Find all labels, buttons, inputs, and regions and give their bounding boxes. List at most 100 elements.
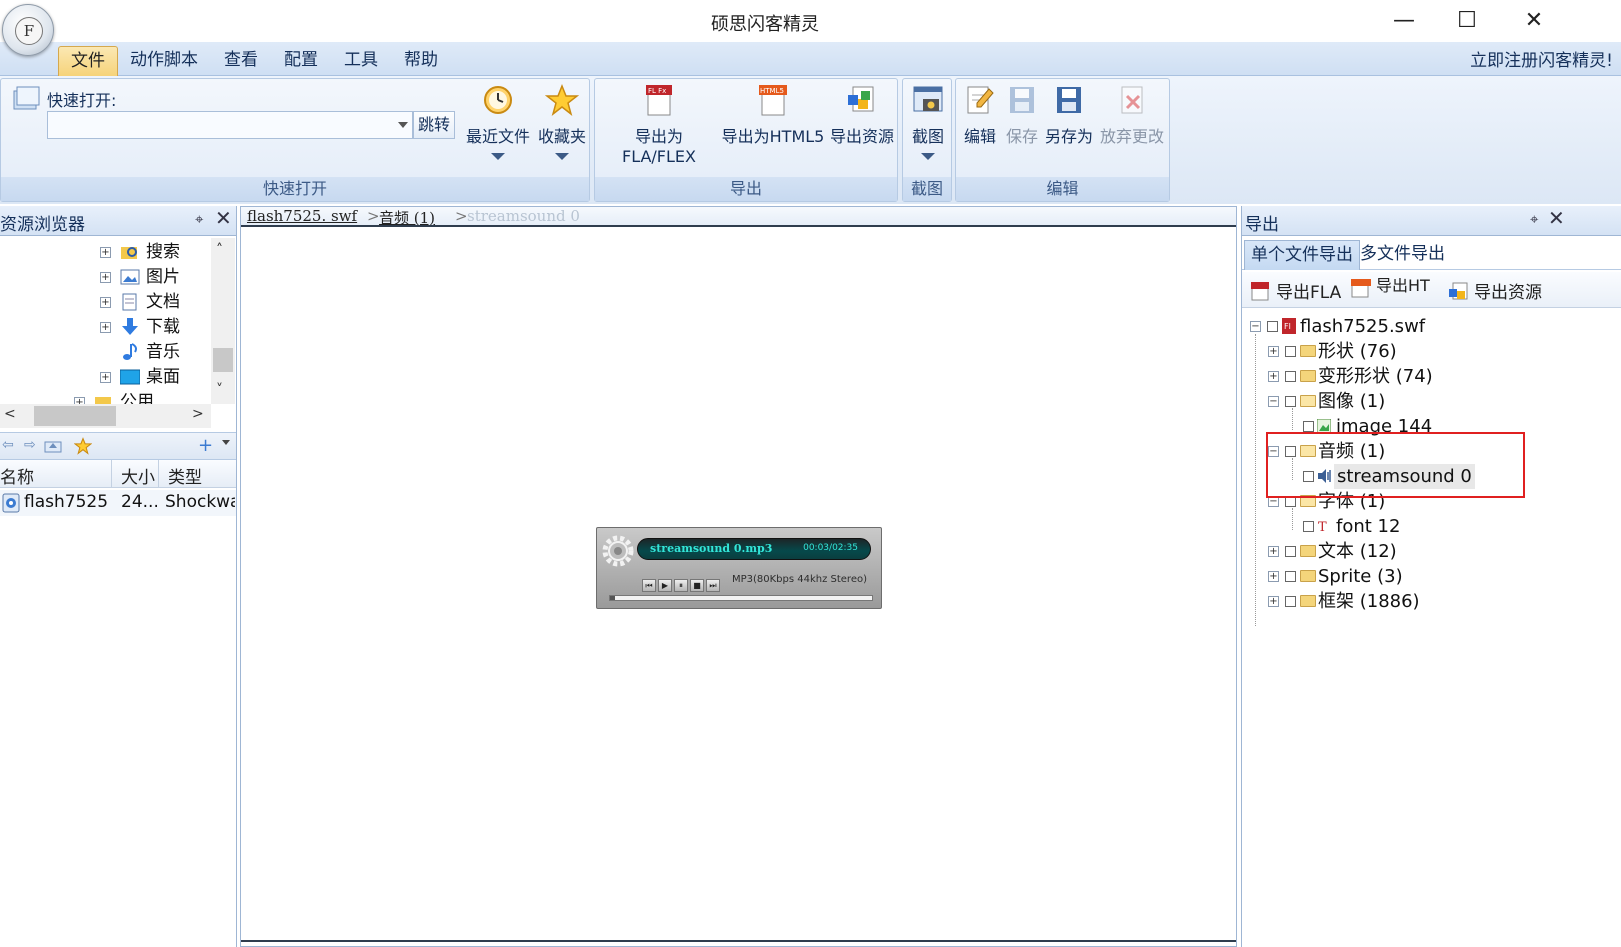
- tree-node-images[interactable]: − 图像 (1): [1268, 389, 1568, 414]
- tree-root[interactable]: − Fl flash7525.swf: [1250, 314, 1550, 339]
- register-link[interactable]: 立即注册闪客精灵!: [1470, 46, 1613, 71]
- close-icon[interactable]: ✕: [1548, 206, 1565, 230]
- play-icon[interactable]: ▶: [658, 579, 672, 592]
- scroll-down-icon[interactable]: ˅: [216, 382, 223, 398]
- chevron-down-icon[interactable]: [398, 122, 408, 128]
- scroll-right-icon[interactable]: >: [192, 406, 204, 422]
- column-header-type[interactable]: 类型: [168, 463, 202, 488]
- menu-help[interactable]: 帮助: [392, 46, 450, 76]
- add-icon[interactable]: +: [198, 435, 213, 456]
- export-html5-button[interactable]: 导出HTML 5: [1350, 278, 1430, 306]
- tab-single-file-export[interactable]: 单个文件导出: [1244, 240, 1360, 270]
- export-toolbar: 导出FLA 导出HTML 5 导出资源: [1242, 272, 1621, 308]
- tree-node-morph-shapes[interactable]: + 变形形状 (74): [1268, 364, 1568, 389]
- fla-file-icon: [1251, 282, 1269, 301]
- tree-checkbox[interactable]: [1267, 321, 1278, 332]
- tree-checkbox[interactable]: [1303, 521, 1314, 532]
- export-fla-flex-button[interactable]: FL Fx 导出为FLA/FLEX: [599, 83, 719, 166]
- tree-node-text[interactable]: + 文本 (12): [1268, 539, 1568, 564]
- expand-icon[interactable]: +: [100, 272, 111, 283]
- collapse-icon[interactable]: −: [1250, 321, 1261, 332]
- minimize-button[interactable]: —: [1381, 6, 1427, 36]
- expand-icon[interactable]: +: [1268, 571, 1279, 582]
- quick-open-combobox[interactable]: [47, 111, 413, 139]
- chevron-down-icon[interactable]: [222, 440, 230, 445]
- application-menu-button[interactable]: F: [2, 4, 54, 56]
- scroll-up-icon[interactable]: ˄: [216, 242, 223, 258]
- save-as-button[interactable]: 另存为: [1044, 83, 1094, 147]
- export-fla-button[interactable]: 导出FLA: [1250, 278, 1342, 303]
- expand-icon[interactable]: +: [74, 397, 85, 404]
- expand-icon[interactable]: +: [100, 322, 111, 333]
- tree-root-label: flash7525.swf: [1300, 316, 1426, 337]
- tree-checkbox[interactable]: [1285, 371, 1296, 382]
- expand-icon[interactable]: +: [100, 247, 111, 258]
- star-icon[interactable]: [74, 437, 92, 455]
- expand-icon[interactable]: +: [100, 297, 111, 308]
- scroll-thumb[interactable]: [34, 406, 116, 426]
- tree-checkbox[interactable]: [1285, 396, 1296, 407]
- pin-icon[interactable]: ⌖: [195, 210, 203, 228]
- scroll-left-icon[interactable]: <: [4, 406, 16, 422]
- previous-icon[interactable]: ⏮: [642, 579, 656, 592]
- tree-leaf-font-12[interactable]: T font 12: [1286, 514, 1586, 539]
- tree-node-shapes[interactable]: + 形状 (76): [1268, 339, 1568, 364]
- forward-arrow-icon[interactable]: ⇨: [24, 437, 36, 453]
- collapse-icon[interactable]: −: [1268, 396, 1279, 407]
- tree-vertical-scrollbar[interactable]: ˄ ˅: [211, 238, 235, 404]
- menu-file[interactable]: 文件: [58, 46, 118, 76]
- gear-icon[interactable]: [601, 534, 635, 568]
- column-header-name[interactable]: 名称: [0, 463, 34, 488]
- group-label-screenshot: 截图: [903, 177, 951, 201]
- menu-tools[interactable]: 工具: [332, 46, 390, 76]
- expand-icon[interactable]: +: [1268, 346, 1279, 357]
- scroll-thumb[interactable]: [213, 348, 233, 372]
- quick-open-input[interactable]: [48, 112, 388, 138]
- tree-checkbox[interactable]: [1285, 546, 1296, 557]
- tree-checkbox[interactable]: [1285, 596, 1296, 607]
- screenshot-button[interactable]: 截图: [905, 83, 951, 160]
- tree-checkbox[interactable]: [1285, 346, 1296, 357]
- tree-checkbox[interactable]: [1303, 421, 1314, 432]
- fla-file-icon: FL Fx: [646, 85, 672, 116]
- tab-multi-file-export[interactable]: 多文件导出: [1354, 240, 1451, 270]
- tree-node-sprite[interactable]: + Sprite (3): [1268, 564, 1568, 589]
- maximize-button[interactable]: ☐: [1444, 6, 1490, 36]
- tree-item-label: 音乐: [146, 342, 180, 362]
- recent-files-button[interactable]: 最近文件: [465, 83, 531, 160]
- close-icon[interactable]: ✕: [215, 206, 232, 230]
- pause-icon[interactable]: ⏸: [674, 579, 688, 592]
- save-button[interactable]: 保存: [1002, 83, 1042, 147]
- stop-icon[interactable]: ■: [690, 579, 704, 592]
- expand-icon[interactable]: +: [1268, 596, 1279, 607]
- breadcrumb-item-file[interactable]: flash7525. swf: [247, 207, 357, 225]
- file-list-row[interactable]: flash7525 24... Shockwa: [0, 490, 236, 516]
- playback-progress[interactable]: [609, 595, 873, 601]
- pictures-icon: [120, 269, 140, 285]
- export-resources-button[interactable]: 导出资源: [827, 83, 897, 147]
- menu-actionscript[interactable]: 动作脚本: [118, 46, 210, 76]
- expand-icon[interactable]: +: [1268, 546, 1279, 557]
- expand-icon[interactable]: +: [1268, 371, 1279, 382]
- favorites-button[interactable]: 收藏夹: [535, 83, 589, 160]
- folder-up-icon[interactable]: [44, 439, 62, 453]
- menu-config[interactable]: 配置: [272, 46, 330, 76]
- expand-icon[interactable]: +: [100, 372, 111, 383]
- export-resources-button[interactable]: 导出资源: [1448, 278, 1548, 303]
- edit-button[interactable]: 编辑: [960, 83, 1000, 147]
- export-fla-label: 导出FLA: [1276, 283, 1342, 303]
- export-html5-button[interactable]: HTML5 导出为HTML5: [721, 83, 825, 147]
- pin-icon[interactable]: ⌖: [1530, 210, 1538, 228]
- next-icon[interactable]: ⏭: [706, 579, 720, 592]
- tree-horizontal-scrollbar[interactable]: < >: [0, 404, 211, 428]
- close-button[interactable]: ✕: [1511, 6, 1557, 36]
- tree-checkbox[interactable]: [1285, 571, 1296, 582]
- menu-view[interactable]: 查看: [212, 46, 270, 76]
- breadcrumb-item-audio[interactable]: 音频 (1): [379, 207, 435, 228]
- discard-changes-button[interactable]: 放弃更改: [1096, 83, 1168, 147]
- tree-node-label: 框架 (1886): [1318, 591, 1420, 612]
- jump-button[interactable]: 跳转: [413, 111, 455, 139]
- back-arrow-icon[interactable]: ⇦: [2, 437, 14, 453]
- column-header-size[interactable]: 大小: [121, 463, 155, 488]
- tree-node-frames[interactable]: + 框架 (1886): [1268, 589, 1568, 614]
